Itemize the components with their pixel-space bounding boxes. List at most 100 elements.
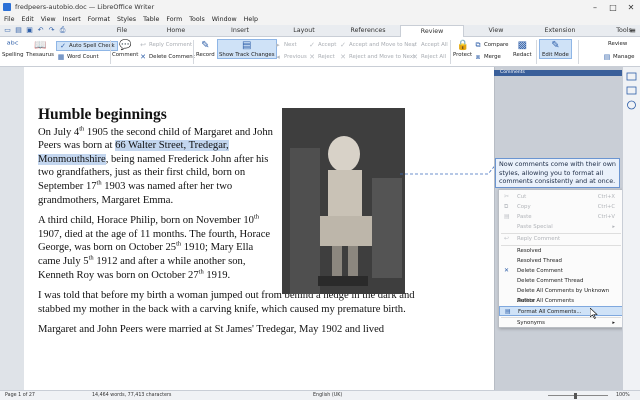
- redact-button[interactable]: ▩ Redact: [513, 40, 532, 58]
- paste-icon: ▤: [504, 213, 510, 220]
- menu-edit[interactable]: Edit: [22, 16, 34, 23]
- tab-insert[interactable]: Insert: [208, 25, 272, 37]
- reject-button[interactable]: ✕ Reject: [308, 53, 335, 61]
- tab-file[interactable]: File: [100, 25, 144, 37]
- menu-item-synonyms[interactable]: Synonyms ▸: [499, 318, 623, 328]
- menu-window[interactable]: Window: [212, 16, 237, 23]
- heading-humble-beginnings: Humble beginnings: [38, 106, 167, 123]
- previous-change-button[interactable]: ◂ Previous: [274, 53, 307, 61]
- mouse-pointer-icon: [590, 308, 598, 319]
- merge-button[interactable]: ⧈ Merge: [474, 53, 501, 61]
- menu-item-delete-comment[interactable]: ✕ Delete Comment: [499, 266, 623, 276]
- reject-icon: ✕: [309, 53, 315, 61]
- maximize-button[interactable]: □: [604, 0, 622, 14]
- hamburger-menu-icon[interactable]: ≡: [629, 26, 636, 35]
- menu-help[interactable]: Help: [244, 16, 258, 23]
- photo-image: [282, 108, 405, 294]
- reject-all-icon: ✕: [412, 53, 418, 61]
- menu-item-delete-all-comments[interactable]: Delete All Comments: [499, 296, 623, 306]
- menu-table[interactable]: Table: [143, 16, 159, 23]
- quick-access-toolbar: ▭ ▤ ▣ ↶ ↷ ⎙: [3, 26, 67, 35]
- menu-styles[interactable]: Styles: [117, 16, 136, 23]
- manage-button[interactable]: ▤ Manage: [603, 53, 635, 61]
- save-icon[interactable]: ▣: [25, 26, 34, 35]
- tab-layout[interactable]: Layout: [272, 25, 336, 37]
- window-title: fredpeers-autobio.doc — LibreOffice Writ…: [15, 3, 155, 11]
- edit-mode-icon: ✎: [551, 40, 560, 51]
- writer-app-icon: [3, 3, 11, 11]
- edit-mode-button[interactable]: ✎ Edit Mode: [539, 39, 572, 59]
- zoom-level[interactable]: 100%: [616, 391, 630, 400]
- menu-item-paste-special[interactable]: Paste Special ▸: [499, 222, 623, 232]
- ribbon-separator: [110, 40, 111, 64]
- menu-item-resolved[interactable]: Resolved: [499, 246, 623, 256]
- protect-button[interactable]: 🔒 Protect: [453, 40, 472, 58]
- next-change-button[interactable]: ▸ Next: [274, 41, 296, 49]
- thesaurus-icon: 📖: [34, 40, 47, 51]
- word-count-indicator[interactable]: 14,464 words, 77,413 characters: [92, 391, 171, 400]
- reject-all-button[interactable]: ✕ Reject All: [411, 53, 446, 61]
- menu-insert[interactable]: Insert: [63, 16, 81, 23]
- menu-item-format-all-comments[interactable]: ▤ Format All Comments...: [499, 306, 623, 316]
- menu-format[interactable]: Format: [88, 16, 110, 23]
- menu-item-reply-comment[interactable]: ↩ Reply Comment: [499, 234, 623, 244]
- reply-comment-button[interactable]: ↩ Reply Comment: [139, 41, 192, 49]
- tab-home[interactable]: Home: [144, 25, 208, 37]
- menu-file[interactable]: File: [4, 16, 15, 23]
- new-document-icon[interactable]: ▭: [3, 26, 12, 35]
- zoom-slider[interactable]: [548, 395, 608, 396]
- tab-references[interactable]: References: [336, 25, 400, 37]
- menu-item-resolved-thread[interactable]: Resolved Thread: [499, 256, 623, 266]
- delete-icon: ✕: [504, 267, 510, 274]
- window-controls: – □ ✕: [586, 0, 640, 14]
- spelling-button[interactable]: ᵃᵇᶜ Spelling: [2, 40, 24, 58]
- delete-comment-icon: ✕: [140, 53, 146, 61]
- show-track-changes-button[interactable]: ▤ Show Track Changes: [217, 39, 277, 59]
- thesaurus-button[interactable]: 📖 Thesaurus: [26, 40, 54, 58]
- menu-item-delete-comment-thread[interactable]: Delete Comment Thread: [499, 276, 623, 286]
- redo-icon[interactable]: ↷: [47, 26, 56, 35]
- menu-tools[interactable]: Tools: [189, 16, 205, 23]
- comment-note[interactable]: Now comments come with their own styles,…: [495, 158, 620, 188]
- title-bar: fredpeers-autobio.doc — LibreOffice Writ…: [0, 0, 640, 14]
- sidebar-deck: [622, 67, 640, 390]
- close-button[interactable]: ✕: [622, 0, 640, 14]
- minimize-button[interactable]: –: [586, 0, 604, 14]
- comment-context-menu: ✂ Cut Ctrl+X ⧉ Copy Ctrl+C ▤ Paste Ctrl+V P…: [498, 189, 624, 328]
- reject-and-move-next-button[interactable]: ✕ Reject and Move to Next: [339, 53, 415, 61]
- menu-item-cut[interactable]: ✂ Cut Ctrl+X: [499, 192, 623, 202]
- review-ribbon: ᵃᵇᶜ Spelling 📖 Thesaurus ✓ Auto Spell Ch…: [0, 37, 640, 67]
- manage-icon: ▤: [603, 53, 611, 61]
- tab-view[interactable]: View: [464, 25, 528, 37]
- open-folder-icon[interactable]: ▤: [14, 26, 23, 35]
- zoom-slider-handle[interactable]: [574, 393, 577, 399]
- word-count-button[interactable]: ▦ Word Count: [57, 53, 99, 61]
- comment-connector-line: [400, 161, 499, 175]
- delete-comment-button[interactable]: ✕ Delete Comment: [139, 53, 195, 61]
- tab-review[interactable]: Review: [400, 25, 464, 37]
- document-body[interactable]: Humble beginnings On July 4th 1905 the s…: [38, 106, 415, 344]
- language-indicator[interactable]: English (UK): [313, 391, 342, 400]
- notebookbar-tabs: ▭ ▤ ▣ ↶ ↷ ⎙ File Home Insert Layout Refe…: [0, 25, 640, 37]
- child-photograph[interactable]: [282, 108, 405, 294]
- record-button[interactable]: ✎ Record: [196, 40, 215, 58]
- review-dropdown[interactable]: Review: [608, 41, 627, 47]
- comment-button[interactable]: 💬 Comment: [112, 40, 138, 58]
- menu-item-copy[interactable]: ⧉ Copy Ctrl+C: [499, 202, 623, 212]
- menu-item-delete-by-author[interactable]: Delete All Comments by Unknown Author: [499, 286, 623, 304]
- reject-next-icon: ✕: [340, 53, 346, 61]
- accept-button[interactable]: ✓ Accept: [308, 41, 336, 49]
- accept-all-button[interactable]: ✓ Accept All: [411, 41, 448, 49]
- tab-extension[interactable]: Extension: [528, 25, 592, 37]
- ribbon-separator: [450, 40, 451, 64]
- menu-item-paste[interactable]: ▤ Paste Ctrl+V: [499, 212, 623, 222]
- page-indicator[interactable]: Page 1 of 27: [5, 391, 35, 400]
- print-icon[interactable]: ⎙: [58, 26, 67, 35]
- lock-icon: 🔒: [456, 40, 469, 51]
- undo-icon[interactable]: ↶: [36, 26, 45, 35]
- menu-view[interactable]: View: [41, 16, 56, 23]
- accept-and-move-next-button[interactable]: ✓ Accept and Move to Next: [339, 41, 417, 49]
- compare-button[interactable]: ⧉ Compare: [474, 41, 509, 49]
- menu-form[interactable]: Form: [166, 16, 182, 23]
- auto-spell-check-button[interactable]: ✓ Auto Spell Check: [56, 41, 118, 51]
